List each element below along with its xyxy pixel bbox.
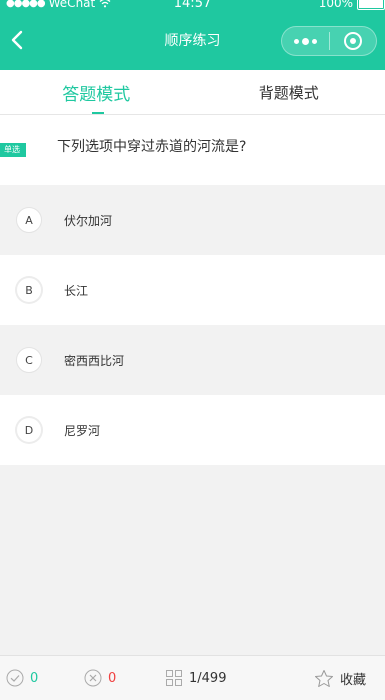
battery-percent: 100%	[318, 0, 353, 10]
option-b[interactable]: B 长江	[0, 255, 385, 325]
question-navigator[interactable]: 1/499	[165, 669, 226, 687]
signal-icon: ●●●●●	[6, 0, 46, 9]
options-list: A 伏尔加河 B 长江 C 密西西比河 D 尼罗河	[0, 185, 385, 465]
status-bar: ●●●●● WeChat 14:57 100%	[0, 0, 385, 13]
option-text: 长江	[64, 283, 89, 298]
status-time: 14:57	[173, 0, 212, 11]
empty-area	[0, 465, 385, 655]
tab-answer-mode[interactable]: 答题模式	[0, 70, 193, 114]
option-c[interactable]: C 密西西比河	[0, 325, 385, 395]
nav-bar: 顺序练习	[0, 18, 385, 62]
more-dots-icon	[293, 38, 299, 44]
option-letter: B	[16, 277, 42, 303]
wifi-icon	[99, 0, 111, 8]
chevron-left-icon	[11, 30, 23, 50]
correct-counter[interactable]: 0	[6, 669, 38, 687]
option-a[interactable]: A 伏尔加河	[0, 185, 385, 255]
capsule-menu	[281, 26, 377, 56]
grid-icon	[166, 670, 182, 686]
close-button[interactable]	[330, 31, 377, 51]
more-dot	[301, 37, 309, 45]
option-letter: C	[16, 347, 42, 373]
battery-icon	[357, 0, 385, 10]
practice-page: ●●●●● WeChat 14:57 100% 顺序练习 答题模式 背题模式 单…	[0, 0, 385, 700]
page-title: 顺序练习	[164, 33, 221, 49]
favorite-label: 收藏	[340, 672, 367, 688]
option-letter: D	[16, 417, 42, 443]
option-text: 尼罗河	[64, 423, 101, 438]
more-button[interactable]	[282, 37, 329, 45]
wrong-count: 0	[108, 670, 117, 686]
back-button[interactable]	[2, 18, 32, 62]
x-circle-icon	[84, 669, 102, 687]
carrier-label: WeChat	[48, 0, 96, 10]
progress-text: 1/499	[189, 670, 227, 686]
question-text: 下列选项中穿过赤道的河流是?	[57, 139, 247, 155]
status-left: ●●●●● WeChat	[6, 0, 111, 10]
option-text: 伏尔加河	[64, 213, 113, 228]
header: ●●●●● WeChat 14:57 100% 顺序练习	[0, 0, 385, 70]
tab-memorize-mode[interactable]: 背题模式	[193, 70, 385, 114]
check-circle-icon	[6, 669, 24, 687]
capsule-close-icon	[343, 32, 362, 50]
wrong-counter[interactable]: 0	[84, 669, 116, 687]
option-text: 密西西比河	[64, 353, 125, 368]
status-right: 100%	[319, 0, 385, 10]
question-type-badge: 单选	[0, 143, 26, 157]
favorite-button[interactable]: 收藏	[314, 669, 366, 688]
option-letter: A	[16, 207, 42, 233]
question-block: 单选 下列选项中穿过赤道的河流是?	[0, 115, 385, 185]
bottom-toolbar: 0 0 1/499 收藏	[0, 655, 385, 700]
option-d[interactable]: D 尼罗河	[0, 395, 385, 465]
more-dot	[311, 38, 317, 44]
star-icon	[315, 669, 333, 687]
active-tab-indicator	[92, 112, 104, 114]
mode-tabs: 答题模式 背题模式	[0, 70, 385, 115]
correct-count: 0	[30, 670, 39, 686]
